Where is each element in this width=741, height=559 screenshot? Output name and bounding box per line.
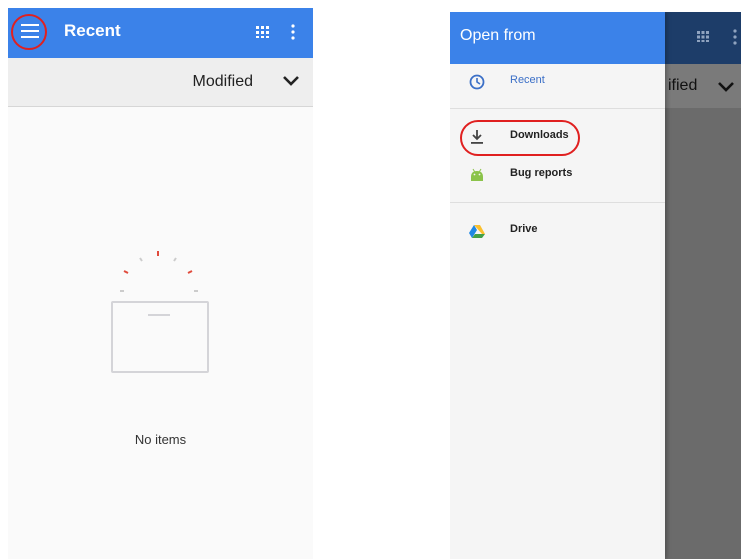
divider xyxy=(450,202,665,203)
grid-view-icon[interactable] xyxy=(256,26,269,38)
android-icon xyxy=(471,168,483,181)
navigation-drawer: Open from Recent Downloads Bug reports D… xyxy=(450,12,665,559)
open-from-screen: ified Open from Recent Downloads Bug rep… xyxy=(450,12,741,559)
drawer-header: Open from xyxy=(450,12,665,64)
overflow-menu-icon xyxy=(733,29,737,45)
documents-screen: Recent Modified No items xyxy=(8,8,313,559)
chevron-down-icon[interactable] xyxy=(281,71,301,91)
divider xyxy=(450,108,665,109)
highlight-ring xyxy=(460,120,580,156)
grid-view-icon xyxy=(697,31,709,42)
drawer-item-recent[interactable]: Recent xyxy=(450,64,665,100)
sort-bar[interactable]: Modified xyxy=(8,58,313,107)
drawer-item-label: Recent xyxy=(510,74,545,86)
highlight-ring xyxy=(11,14,47,50)
drawer-item-label: Bug reports xyxy=(510,167,573,179)
drawer-item-label: Drive xyxy=(510,223,538,235)
sort-label[interactable]: Modified xyxy=(193,73,253,91)
background-sort-label: ified xyxy=(668,77,698,94)
drawer-item-bug-reports[interactable]: Bug reports xyxy=(450,157,665,193)
app-bar-title: Recent xyxy=(64,21,121,40)
chevron-down-icon xyxy=(718,82,734,92)
overflow-menu-icon[interactable] xyxy=(291,24,295,40)
drawer-title: Open from xyxy=(460,27,536,44)
app-bar: Recent xyxy=(8,8,313,58)
drawer-item-drive[interactable]: Drive xyxy=(450,213,665,249)
clock-icon xyxy=(469,74,485,90)
empty-state-text: No items xyxy=(134,432,187,447)
empty-box-icon xyxy=(111,251,209,373)
drive-icon xyxy=(469,225,485,238)
